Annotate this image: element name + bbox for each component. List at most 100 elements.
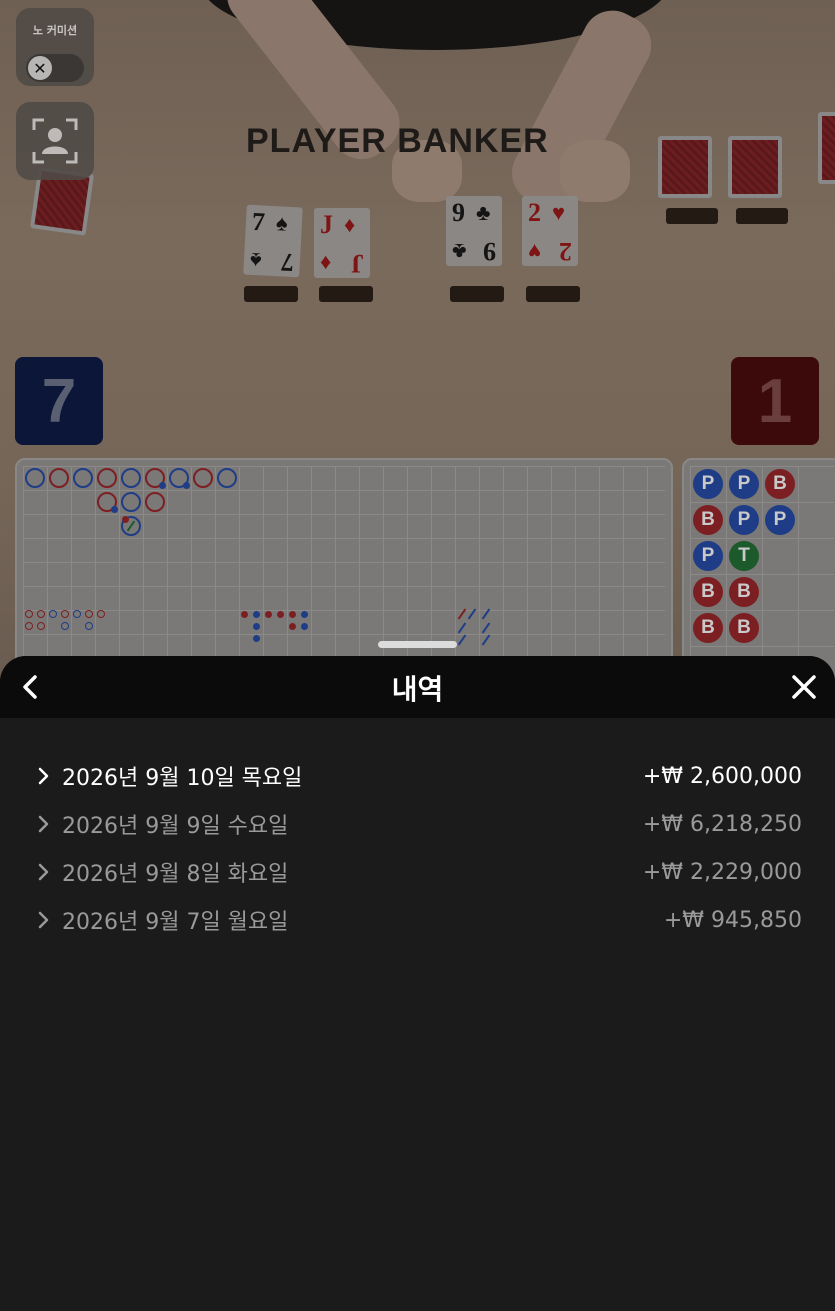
history-row[interactable]: 2026년 9월 8일 화요일 +₩ 2,229,000 bbox=[0, 848, 835, 896]
bead-road-mark: P bbox=[693, 469, 723, 499]
app-screen: PLAYER BANKER 7 ♠ ♠ 7 J ♦ ♦ J 9 ♣ ♣ 9 2 … bbox=[0, 0, 835, 1311]
road-mark bbox=[73, 468, 93, 488]
no-commission-toggle[interactable]: ✕ bbox=[26, 54, 84, 82]
card-holder bbox=[244, 286, 298, 302]
card-suit: ♥ bbox=[552, 200, 566, 225]
history-list: 2026년 9월 10일 목요일 +₩ 2,600,000 2026년 9월 9… bbox=[0, 752, 835, 944]
road-mark bbox=[25, 468, 45, 488]
road-mark bbox=[145, 492, 165, 512]
close-icon[interactable] bbox=[789, 672, 819, 702]
derived-mark bbox=[253, 611, 260, 618]
person-frame-icon bbox=[32, 118, 78, 164]
road-pair-dot bbox=[122, 516, 129, 523]
bead-road-mark: P bbox=[729, 505, 759, 535]
derived-mark bbox=[481, 634, 491, 646]
card-holder bbox=[319, 286, 373, 302]
history-amount: +₩ 6,218,250 bbox=[642, 811, 802, 837]
bead-road-mark: B bbox=[693, 577, 723, 607]
face-down-card bbox=[728, 136, 782, 198]
video-view-button[interactable] bbox=[16, 102, 94, 180]
player-score: 7 bbox=[15, 357, 103, 445]
derived-mark bbox=[277, 611, 284, 618]
player-card-2: J ♦ ♦ J bbox=[314, 208, 370, 278]
road-mark bbox=[217, 468, 237, 488]
derived-mark bbox=[265, 611, 272, 618]
history-amount: +₩ 945,850 bbox=[663, 907, 802, 933]
sheet-header: 내역 bbox=[0, 656, 835, 718]
card-holder bbox=[666, 208, 718, 224]
banker-card-2: 2 ♥ ♥ 2 bbox=[522, 196, 578, 266]
derived-mark bbox=[301, 611, 308, 618]
card-suit: ♠ bbox=[249, 247, 263, 274]
bead-road-mark: B bbox=[693, 613, 723, 643]
card-rank: 7 bbox=[280, 247, 295, 278]
bead-road-board[interactable]: PPBBPPPTBBBB bbox=[682, 458, 835, 680]
card-rank: 2 bbox=[528, 198, 541, 227]
bead-road-mark: B bbox=[765, 469, 795, 499]
big-road-board[interactable] bbox=[15, 458, 673, 680]
card-rank: J bbox=[320, 210, 333, 239]
derived-mark bbox=[61, 610, 69, 618]
close-icon: ✕ bbox=[28, 56, 52, 80]
chevron-right-icon bbox=[38, 767, 49, 785]
derived-mark bbox=[25, 622, 33, 630]
chevron-right-icon bbox=[38, 863, 49, 881]
card-rank: 9 bbox=[452, 198, 465, 227]
history-date: 2026년 9월 7일 월요일 bbox=[62, 910, 289, 935]
derived-mark bbox=[85, 622, 93, 630]
road-pair-dot bbox=[183, 482, 190, 489]
history-sheet: 내역 2026년 9월 10일 목요일 +₩ 2,600,000 2026년 9… bbox=[0, 656, 835, 1311]
bead-road-mark: B bbox=[693, 505, 723, 535]
history-row[interactable]: 2026년 9월 10일 목요일 +₩ 2,600,000 bbox=[0, 752, 835, 800]
card-suit: ♣ bbox=[452, 239, 467, 264]
player-card-1: 7 ♠ ♠ 7 bbox=[243, 204, 303, 278]
bead-road-mark: P bbox=[693, 541, 723, 571]
card-holder bbox=[450, 286, 504, 302]
history-date: 2026년 9월 10일 목요일 bbox=[62, 766, 303, 791]
face-down-card bbox=[658, 136, 712, 198]
derived-mark bbox=[25, 610, 33, 618]
road-grid bbox=[23, 466, 665, 680]
card-suit: ♣ bbox=[476, 200, 491, 225]
road-mark bbox=[121, 468, 141, 488]
history-amount: +₩ 2,229,000 bbox=[642, 859, 802, 885]
derived-mark bbox=[457, 634, 467, 646]
derived-mark bbox=[457, 622, 467, 634]
card-rank: 9 bbox=[483, 237, 496, 266]
derived-mark bbox=[97, 610, 105, 618]
derived-mark bbox=[481, 608, 491, 620]
road-mark bbox=[193, 468, 213, 488]
road-mark bbox=[97, 468, 117, 488]
bead-road-mark: P bbox=[729, 469, 759, 499]
no-commission-toggle-panel: 노 커미션 ✕ bbox=[16, 8, 94, 86]
derived-mark bbox=[289, 611, 296, 618]
derived-mark bbox=[253, 623, 260, 630]
card-rank: 7 bbox=[251, 206, 266, 237]
derived-mark bbox=[467, 608, 477, 620]
banker-card-1: 9 ♣ ♣ 9 bbox=[446, 196, 502, 266]
history-amount: +₩ 2,600,000 bbox=[642, 763, 802, 789]
live-game-view: PLAYER BANKER 7 ♠ ♠ 7 J ♦ ♦ J 9 ♣ ♣ 9 2 … bbox=[0, 0, 835, 680]
history-row[interactable]: 2026년 9월 9일 수요일 +₩ 6,218,250 bbox=[0, 800, 835, 848]
derived-mark bbox=[289, 623, 296, 630]
derived-mark bbox=[73, 610, 81, 618]
derived-mark bbox=[37, 610, 45, 618]
card-holder bbox=[526, 286, 580, 302]
table-label: PLAYER BANKER bbox=[246, 122, 549, 160]
road-grid: PPBBPPPTBBBB bbox=[690, 466, 834, 680]
derived-mark bbox=[253, 635, 260, 642]
derived-mark bbox=[301, 623, 308, 630]
sheet-title: 내역 bbox=[391, 673, 444, 706]
road-pair-dot bbox=[111, 506, 118, 513]
card-rank: 2 bbox=[559, 237, 572, 266]
banker-score: 1 bbox=[731, 357, 819, 445]
card-holder bbox=[736, 208, 788, 224]
bead-road-mark: T bbox=[729, 541, 759, 571]
chevron-right-icon bbox=[38, 815, 49, 833]
derived-mark bbox=[85, 610, 93, 618]
sheet-drag-handle[interactable] bbox=[378, 641, 457, 648]
derived-mark bbox=[241, 611, 248, 618]
dealer-hand-right bbox=[560, 140, 630, 202]
card-suit: ♠ bbox=[275, 210, 289, 236]
history-row[interactable]: 2026년 9월 7일 월요일 +₩ 945,850 bbox=[0, 896, 835, 944]
